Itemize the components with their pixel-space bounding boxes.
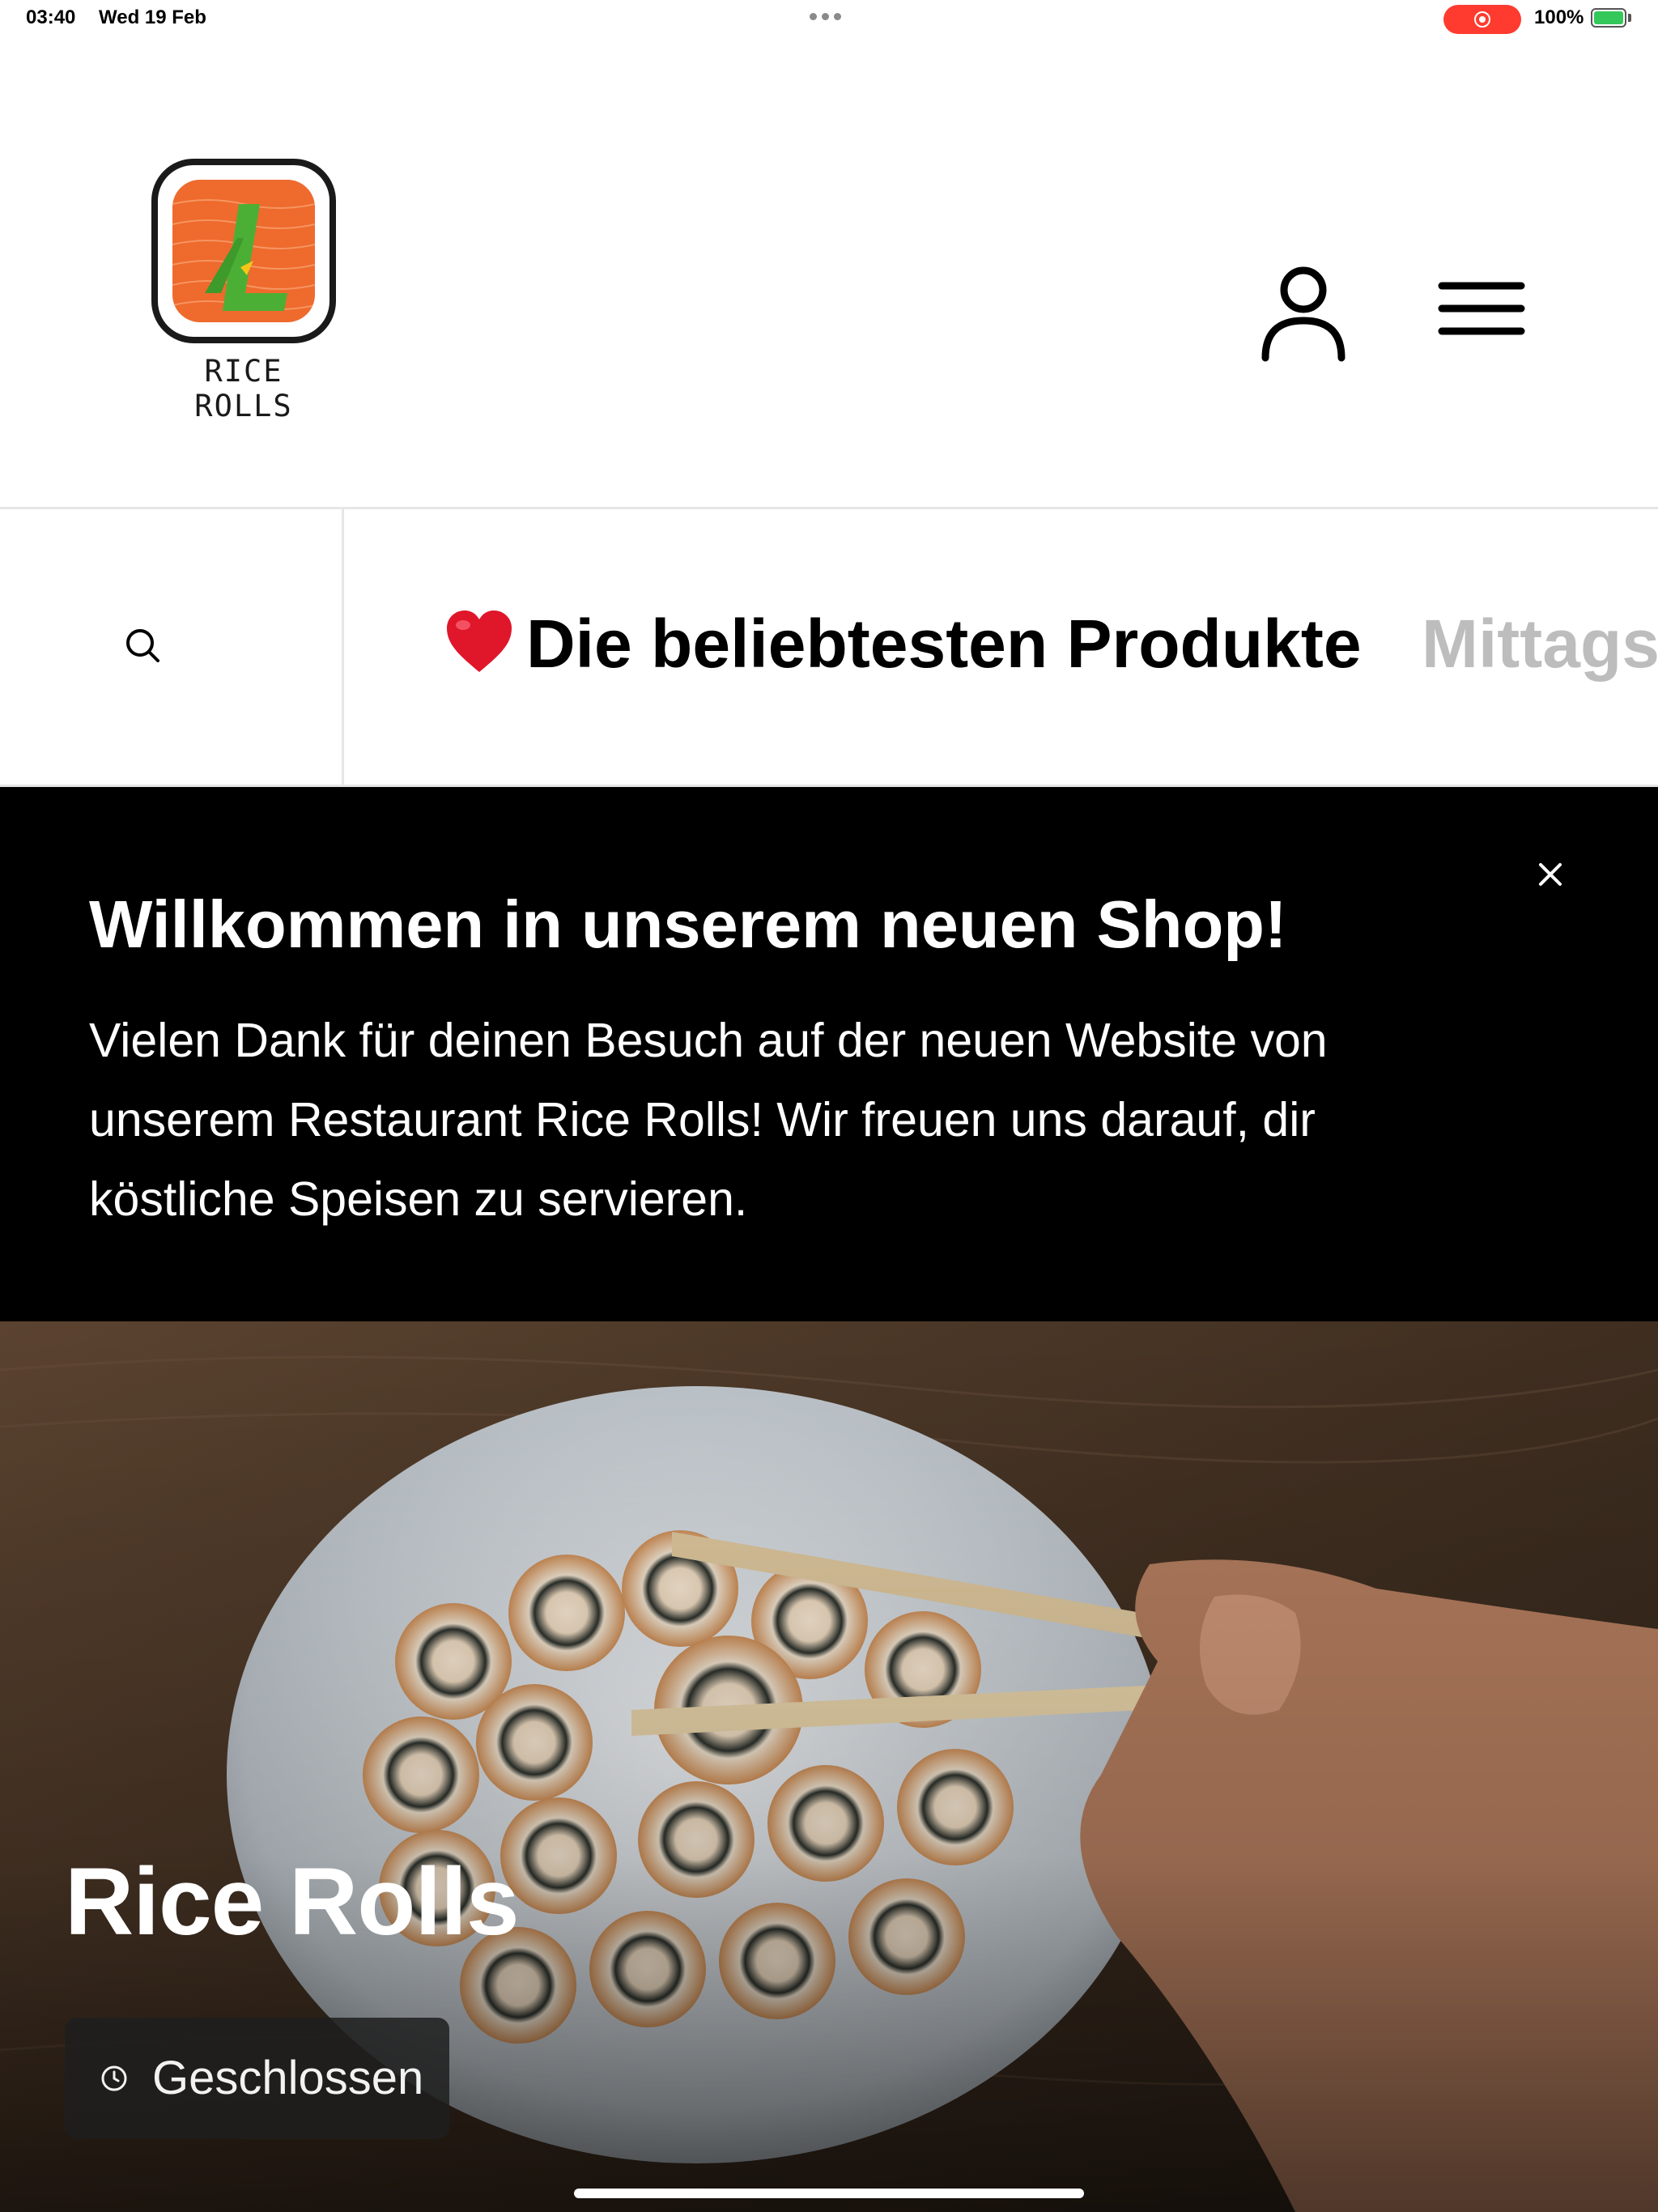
- status-bar: 03:40 Wed 19 Feb 100%: [0, 0, 1658, 39]
- clock-icon: [101, 2065, 127, 2091]
- heart-icon: [447, 610, 512, 672]
- screen-recording-icon[interactable]: [1443, 5, 1521, 34]
- battery-tip: [1628, 14, 1631, 22]
- status-text: Geschlossen: [152, 2052, 424, 2104]
- logo-frame: [151, 159, 336, 343]
- site-header: RICE ROLLS: [0, 39, 1658, 509]
- hamburger-menu-icon[interactable]: [1437, 278, 1526, 342]
- battery-icon: [1591, 8, 1626, 28]
- multitasking-dots-icon[interactable]: [810, 13, 841, 20]
- battery-percentage: 100%: [1534, 6, 1584, 28]
- status-date: Wed 19 Feb: [99, 6, 206, 28]
- hero-section: Rice Rolls Geschlossen: [0, 1321, 1658, 2212]
- user-icon[interactable]: [1259, 266, 1348, 363]
- welcome-banner: Willkommen in unserem neuen Shop! Vielen…: [0, 787, 1658, 1321]
- logo-mark-icon: [172, 199, 315, 311]
- hero-title: Rice Rolls: [65, 1848, 520, 1955]
- banner-text: Vielen Dank für deinen Besuch auf der ne…: [89, 1014, 1328, 1226]
- category-tab-lunch[interactable]: Mittags: [1422, 603, 1658, 684]
- category-tab-popular[interactable]: Die beliebtesten Produkte: [444, 603, 1362, 685]
- status-time: 03:40: [26, 6, 76, 28]
- category-bar: Die beliebtesten Produkte Mittags: [0, 509, 1658, 787]
- logo-caption: RICE ROLLS: [194, 354, 293, 423]
- search-icon[interactable]: [124, 627, 161, 664]
- close-icon[interactable]: [1528, 852, 1573, 897]
- logo-tile: [172, 180, 315, 322]
- opening-status-badge[interactable]: Geschlossen: [65, 2018, 449, 2139]
- category-tab-label: Die beliebtesten Produkte: [526, 606, 1362, 682]
- search-button[interactable]: [0, 509, 344, 785]
- home-indicator[interactable]: [574, 2189, 1084, 2198]
- banner-title: Willkommen in unserem neuen Shop!: [89, 887, 1287, 962]
